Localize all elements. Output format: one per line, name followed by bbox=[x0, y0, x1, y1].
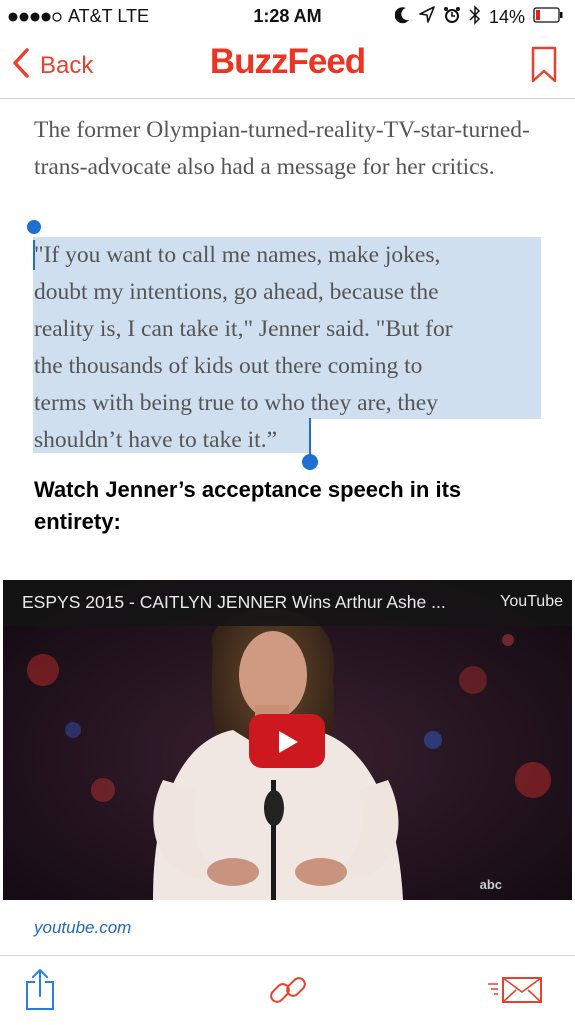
share-button[interactable] bbox=[24, 968, 56, 1017]
alarm-icon bbox=[443, 6, 461, 29]
section-heading: Watch Jenner’s acceptance speech in its … bbox=[34, 477, 462, 534]
abc-watermark: abc bbox=[479, 877, 502, 892]
video-title[interactable]: ESPYS 2015 - CAITLYN JENNER Wins Arthur … bbox=[22, 592, 446, 613]
selection-end-handle[interactable] bbox=[302, 454, 318, 470]
nav-bar: Back BuzzFeed bbox=[0, 36, 575, 99]
video-source-link[interactable]: youtube.com bbox=[34, 918, 131, 938]
buzzfeed-logo: BuzzFeed bbox=[209, 42, 366, 81]
selection-start-caret bbox=[33, 240, 35, 270]
bookmark-icon bbox=[531, 46, 557, 88]
bluetooth-icon bbox=[469, 4, 481, 30]
quote-line: the thousands of kids out there coming t… bbox=[34, 353, 423, 379]
battery-percent: 14% bbox=[488, 6, 525, 27]
status-bar: AT&T LTE 1:28 AM 14% bbox=[0, 0, 575, 36]
quote-line: doubt my intentions, go ahead, because t… bbox=[34, 279, 439, 305]
quote-line: "If you want to call me names, make joke… bbox=[34, 242, 441, 268]
email-button[interactable] bbox=[486, 976, 546, 1009]
share-icon bbox=[24, 969, 56, 1016]
selection-end-caret bbox=[309, 418, 311, 454]
quote-line: terms with being true to who they are, t… bbox=[34, 390, 438, 416]
article-paragraph: The former Olympian-turned-reality-TV-st… bbox=[34, 117, 530, 180]
battery-icon bbox=[533, 6, 563, 28]
bookmark-button[interactable] bbox=[531, 46, 557, 89]
link-icon bbox=[268, 977, 308, 1013]
quote-line: reality is, I can take it," Jenner said.… bbox=[34, 316, 453, 342]
selection-start-handle[interactable] bbox=[27, 220, 41, 234]
play-icon bbox=[279, 731, 298, 753]
bottom-toolbar bbox=[0, 955, 575, 1025]
status-right: 14% bbox=[394, 4, 563, 30]
play-button[interactable] bbox=[249, 714, 325, 768]
mail-icon bbox=[486, 977, 546, 1008]
quote-block[interactable]: "If you want to call me names, make joke… bbox=[34, 237, 542, 459]
copy-link-button[interactable] bbox=[268, 971, 308, 1014]
moon-icon bbox=[394, 6, 411, 29]
video-embed[interactable]: ESPYS 2015 - CAITLYN JENNER Wins Arthur … bbox=[3, 580, 572, 900]
quote-line: shouldn’t have to take it.” bbox=[34, 427, 277, 453]
youtube-label[interactable]: YouTube bbox=[500, 593, 563, 611]
location-icon bbox=[419, 5, 435, 29]
